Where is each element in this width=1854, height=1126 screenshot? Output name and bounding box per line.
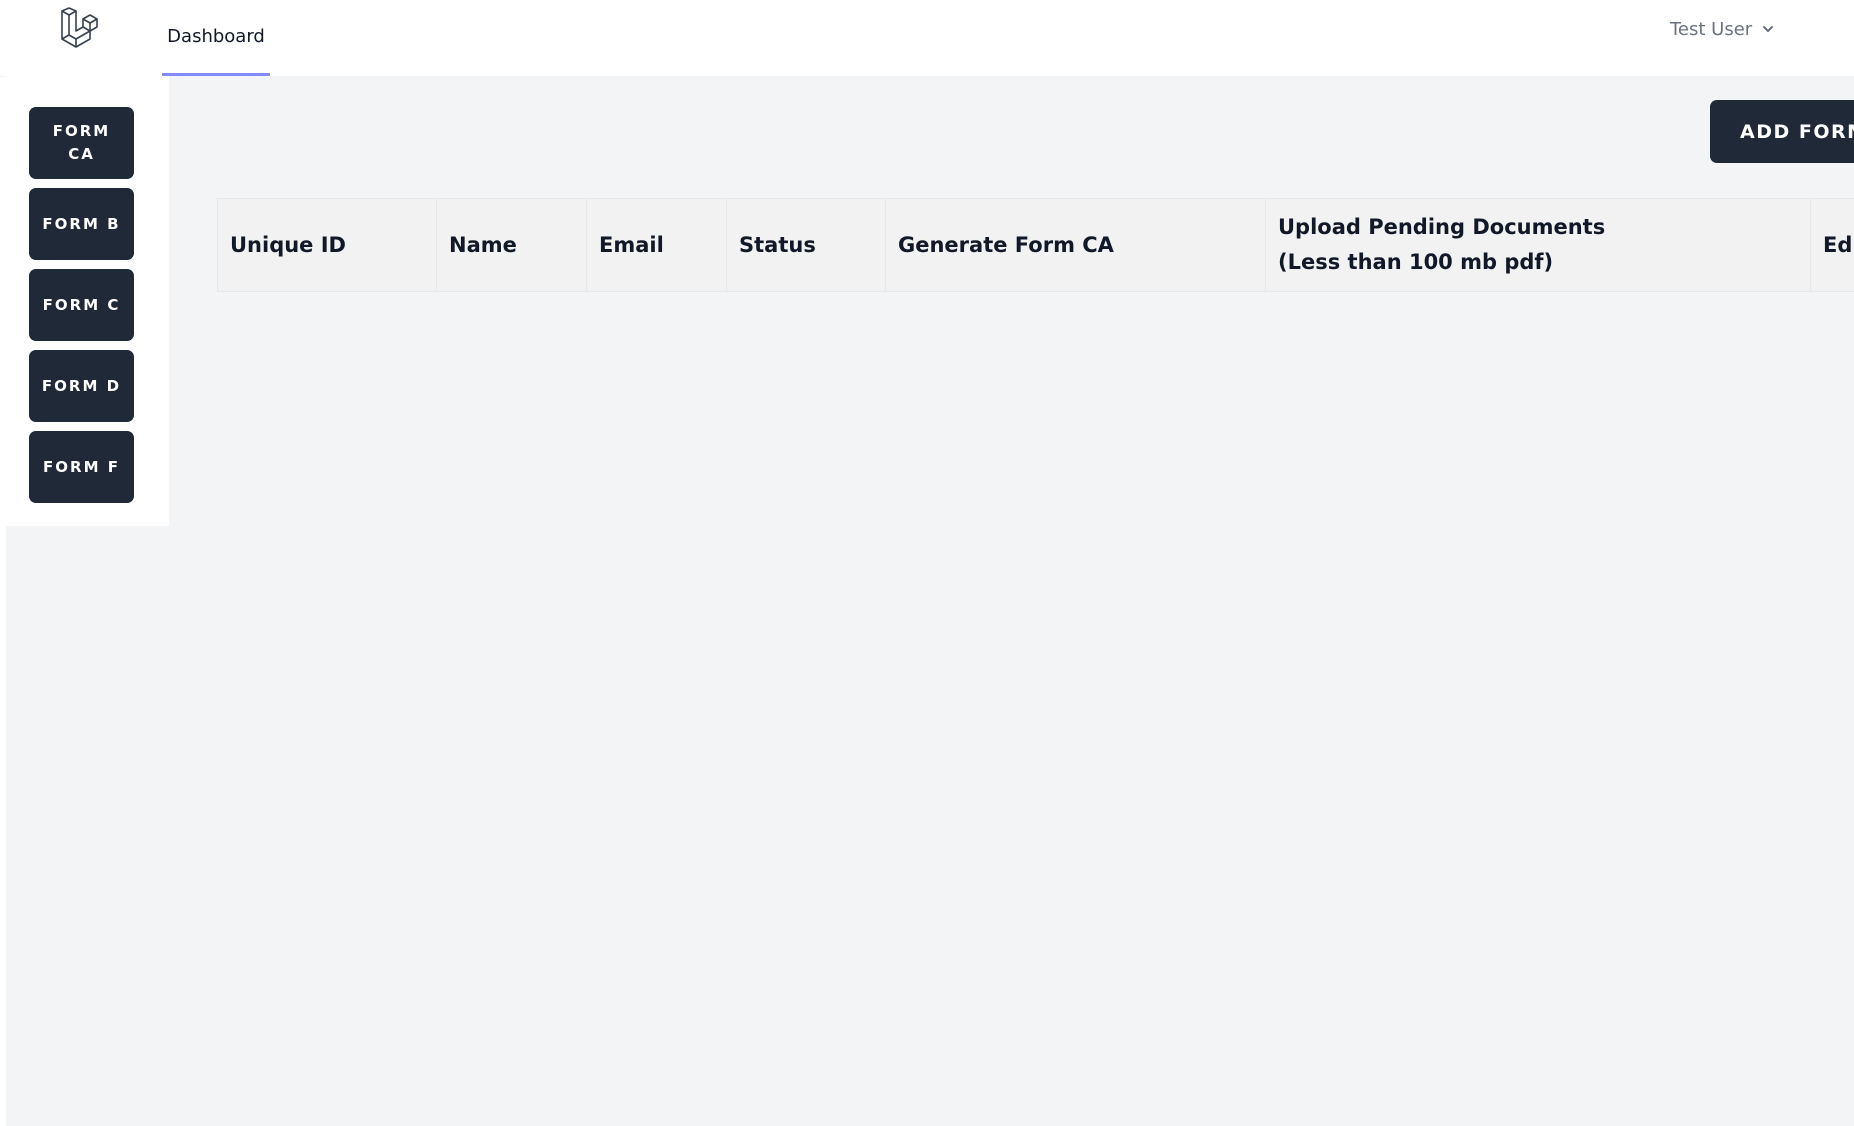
column-header-label: Edi	[1823, 232, 1854, 257]
column-header-status[interactable]: Status	[727, 199, 886, 291]
column-header-label: Generate Form CA	[898, 232, 1114, 257]
user-menu-dropdown[interactable]: Test User	[1670, 14, 1776, 44]
form-ca-button-label: FORM CA	[52, 122, 111, 163]
form-d-button[interactable]: FORM D	[29, 350, 134, 422]
column-header-label: Email	[599, 232, 664, 257]
form-f-button[interactable]: FORM F	[29, 431, 134, 503]
laravel-logo-icon[interactable]	[56, 5, 104, 53]
column-header-label: Name	[449, 232, 517, 257]
column-header-email[interactable]: Email	[587, 199, 727, 291]
column-header-unique-id[interactable]: Unique ID	[218, 199, 437, 291]
column-header-label: Unique ID	[230, 232, 346, 257]
app-page: Dashboard Test User FORM CA FORM B FORM …	[0, 0, 1854, 1126]
form-f-button-label: FORM F	[43, 457, 120, 476]
nav-link-dashboard-label: Dashboard	[167, 26, 265, 47]
form-c-button[interactable]: FORM C	[29, 269, 134, 341]
form-b-button-label: FORM B	[42, 214, 121, 233]
form-c-button-label: FORM C	[42, 295, 121, 314]
form-b-button[interactable]: FORM B	[29, 188, 134, 260]
column-header-upload-pending-documents[interactable]: Upload Pending Documents (Less than 100 …	[1266, 199, 1811, 291]
column-header-name[interactable]: Name	[437, 199, 587, 291]
column-header-generate-form-ca[interactable]: Generate Form CA	[886, 199, 1266, 291]
column-header-label: Upload Pending Documents (Less than 100 …	[1278, 215, 1606, 274]
column-header-edit[interactable]: Edi	[1811, 199, 1854, 291]
form-ca-button[interactable]: FORM CA	[29, 107, 134, 179]
top-navigation-bar: Dashboard Test User	[0, 0, 1854, 77]
add-form-button[interactable]: ADD FORM	[1710, 100, 1854, 163]
add-form-button-label: ADD FORM	[1740, 120, 1854, 143]
user-name: Test User	[1670, 18, 1753, 40]
chevron-down-icon	[1763, 26, 1774, 32]
column-header-label: Status	[739, 232, 816, 257]
forms-table: Unique ID Name Email Status Generate For…	[217, 198, 1854, 292]
nav-link-dashboard[interactable]: Dashboard	[162, 0, 270, 76]
form-d-button-label: FORM D	[41, 376, 122, 395]
